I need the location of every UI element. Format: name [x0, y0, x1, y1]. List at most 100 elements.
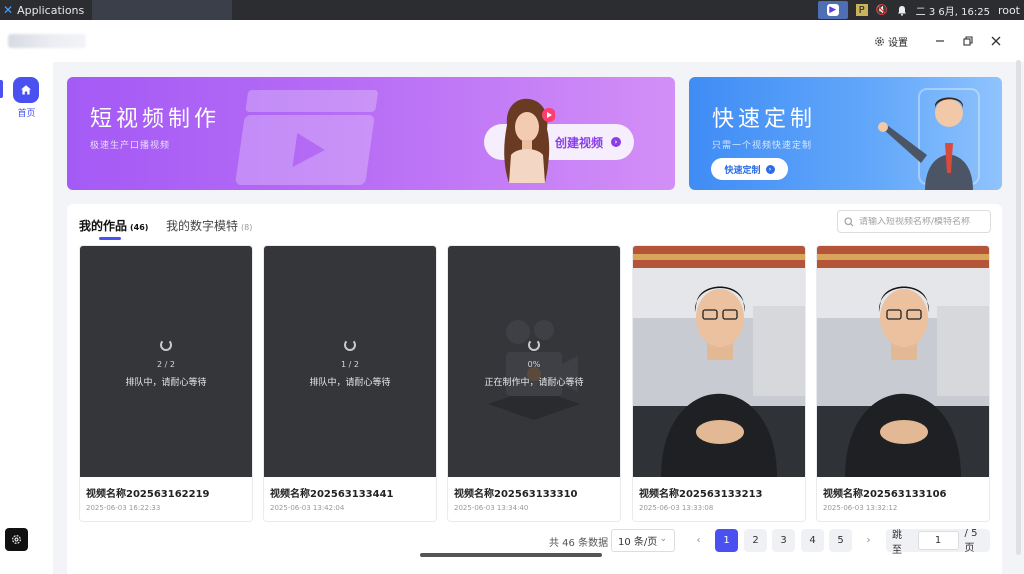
search-box[interactable] — [837, 210, 991, 233]
page-size-value: 10 条/页 — [618, 537, 658, 548]
video-name: 视频名称202563133441 — [270, 489, 394, 500]
page-size-select[interactable]: 10 条/页 ⌄ — [611, 529, 675, 552]
gear-icon — [12, 535, 21, 544]
short-video-subtitle: 极速生产口播视频 — [90, 141, 171, 151]
processing-status: 排队中，请耐心等待 — [309, 378, 391, 388]
video-name: 视频名称202563162219 — [86, 489, 210, 500]
works-panel: 我的作品 (46) 我的数字模特 (8) 2 / 2 排队中，请耐心等待 视频名… — [67, 204, 1002, 574]
close-icon — [991, 36, 1001, 46]
os-taskbar: ✕ Applications ▶ P 🔇 二 3 6月, 16:25 root — [0, 0, 1024, 20]
gear-icon — [875, 36, 884, 46]
sidebar: 首页 — [0, 62, 53, 574]
quick-custom-label: 快速定制 — [724, 165, 761, 176]
jump-label: 跳至 — [892, 529, 902, 556]
notification-bell-icon[interactable] — [896, 4, 908, 16]
vertical-scrollbar[interactable] — [1016, 60, 1021, 555]
restore-icon — [963, 36, 973, 46]
video-card[interactable]: 视频名称202563133106 2025-06-03 13:32:12 — [816, 245, 990, 522]
horizontal-scrollbar[interactable] — [420, 553, 602, 557]
video-thumbnail-presenter — [633, 246, 805, 477]
app-settings-button[interactable] — [5, 528, 28, 551]
custom-model-subtitle: 只需一个视频快速定制 — [712, 141, 813, 151]
short-video-banner[interactable]: 短视频制作 极速生产口播视频 创建视频 › — [67, 77, 675, 190]
app-window: 设置 首页 短视频制作 极速生产口播视频 创建视频 › 快速定制 只需一个视频快… — [0, 20, 1024, 574]
tray-clipboard-icon[interactable]: P — [855, 4, 868, 16]
close-button[interactable] — [982, 27, 1010, 55]
total-pages: / 5 页 — [964, 527, 978, 554]
app-logo — [8, 34, 86, 48]
volume-muted-icon[interactable]: 🔇 — [875, 4, 887, 16]
chevron-left-icon: ‹ — [696, 535, 701, 546]
pagination-total: 共 46 条数据 — [549, 538, 609, 549]
taskbar-window-button[interactable] — [92, 0, 233, 20]
search-input[interactable] — [859, 216, 987, 227]
video-thumbnail-presenter — [817, 246, 989, 477]
video-date: 2025-06-03 16:22:33 — [86, 504, 161, 512]
chevron-right-icon: › — [866, 535, 871, 546]
clock[interactable]: 二 3 6月, 16:25 — [916, 3, 990, 18]
short-video-title: 短视频制作 — [90, 107, 221, 132]
video-date: 2025-06-03 13:34:40 — [454, 504, 529, 512]
video-date: 2025-06-03 13:42:04 — [270, 504, 345, 512]
video-name: 视频名称202563133106 — [823, 489, 947, 500]
sidebar-item-home-label[interactable]: 首页 — [0, 106, 53, 119]
arrow-right-icon: › — [611, 137, 621, 147]
page-button-1[interactable]: 1 — [715, 529, 738, 552]
processing-status: 排队中，请耐心等待 — [125, 378, 207, 388]
page-button-3[interactable]: 3 — [772, 529, 795, 552]
minimize-icon — [936, 40, 944, 42]
video-date: 2025-06-03 13:32:12 — [823, 504, 898, 512]
tray-app-icon[interactable]: ▶ — [817, 1, 848, 19]
render-progress: 0% — [527, 360, 541, 369]
loading-spinner-icon — [528, 339, 540, 351]
presenter-man-illustration — [878, 88, 980, 190]
loading-spinner-icon — [160, 339, 172, 351]
video-thumbnail-processing: 0% 正在制作中，请耐心等待 — [448, 246, 620, 477]
user-name[interactable]: root — [998, 4, 1020, 17]
page-button-4[interactable]: 4 — [801, 529, 824, 552]
tab-my-works[interactable]: 我的作品 (46) — [79, 217, 148, 234]
chevron-down-icon: ⌄ — [659, 534, 667, 544]
settings-button[interactable]: 设置 — [874, 34, 908, 49]
tab-digital-models[interactable]: 我的数字模特 (8) — [166, 217, 252, 234]
applications-menu[interactable]: ✕ Applications — [0, 0, 84, 20]
tab-my-works-label: 我的作品 — [79, 219, 128, 233]
video-name: 视频名称202563133310 — [454, 489, 578, 500]
page-button-2[interactable]: 2 — [744, 529, 767, 552]
custom-model-banner[interactable]: 快速定制 只需一个视频快速定制 快速定制 › — [689, 77, 1002, 190]
jump-page-input[interactable]: 1 — [917, 531, 959, 550]
queue-progress: 1 / 2 — [341, 360, 359, 369]
arrow-right-icon: › — [765, 164, 775, 174]
settings-label: 设置 — [888, 37, 908, 49]
video-name: 视频名称202563133213 — [639, 489, 763, 500]
tab-my-works-count: (46) — [130, 223, 149, 232]
tab-digital-models-count: (8) — [241, 223, 253, 232]
video-card[interactable]: 视频名称202563133213 2025-06-03 13:33:08 — [632, 245, 806, 522]
loading-spinner-icon — [344, 339, 356, 351]
restore-button[interactable] — [954, 27, 982, 55]
create-video-label: 创建视频 — [554, 135, 603, 150]
presenter-woman-image — [504, 98, 555, 183]
video-card[interactable]: 2 / 2 排队中，请耐心等待 视频名称202563162219 2025-06… — [79, 245, 253, 522]
page-jumper: 跳至 1 / 5 页 — [886, 527, 990, 556]
custom-model-title: 快速定制 — [712, 107, 817, 132]
home-icon — [21, 85, 31, 95]
tab-digital-models-label: 我的数字模特 — [166, 219, 239, 233]
clapperboard-illustration — [235, 90, 378, 185]
video-date: 2025-06-03 13:33:08 — [639, 504, 714, 512]
xfce-logo-icon: ✕ — [3, 3, 14, 17]
page-button-5[interactable]: 5 — [829, 529, 852, 552]
sidebar-item-home[interactable] — [13, 77, 39, 103]
video-thumbnail-processing: 2 / 2 排队中，请耐心等待 — [80, 246, 252, 477]
prev-page-button[interactable]: ‹ — [687, 529, 710, 552]
search-icon — [844, 216, 854, 226]
minimize-button[interactable] — [926, 27, 954, 55]
title-bar: 设置 — [0, 20, 1024, 62]
next-page-button[interactable]: › — [857, 529, 880, 552]
quick-custom-button[interactable]: 快速定制 › — [711, 158, 788, 180]
video-card[interactable]: 0% 正在制作中，请耐心等待 视频名称202563133310 2025-06-… — [447, 245, 621, 522]
video-card[interactable]: 1 / 2 排队中，请耐心等待 视频名称202563133441 2025-06… — [263, 245, 437, 522]
processing-status: 正在制作中，请耐心等待 — [484, 378, 584, 388]
active-tab-underline — [99, 237, 121, 240]
queue-progress: 2 / 2 — [157, 360, 175, 369]
